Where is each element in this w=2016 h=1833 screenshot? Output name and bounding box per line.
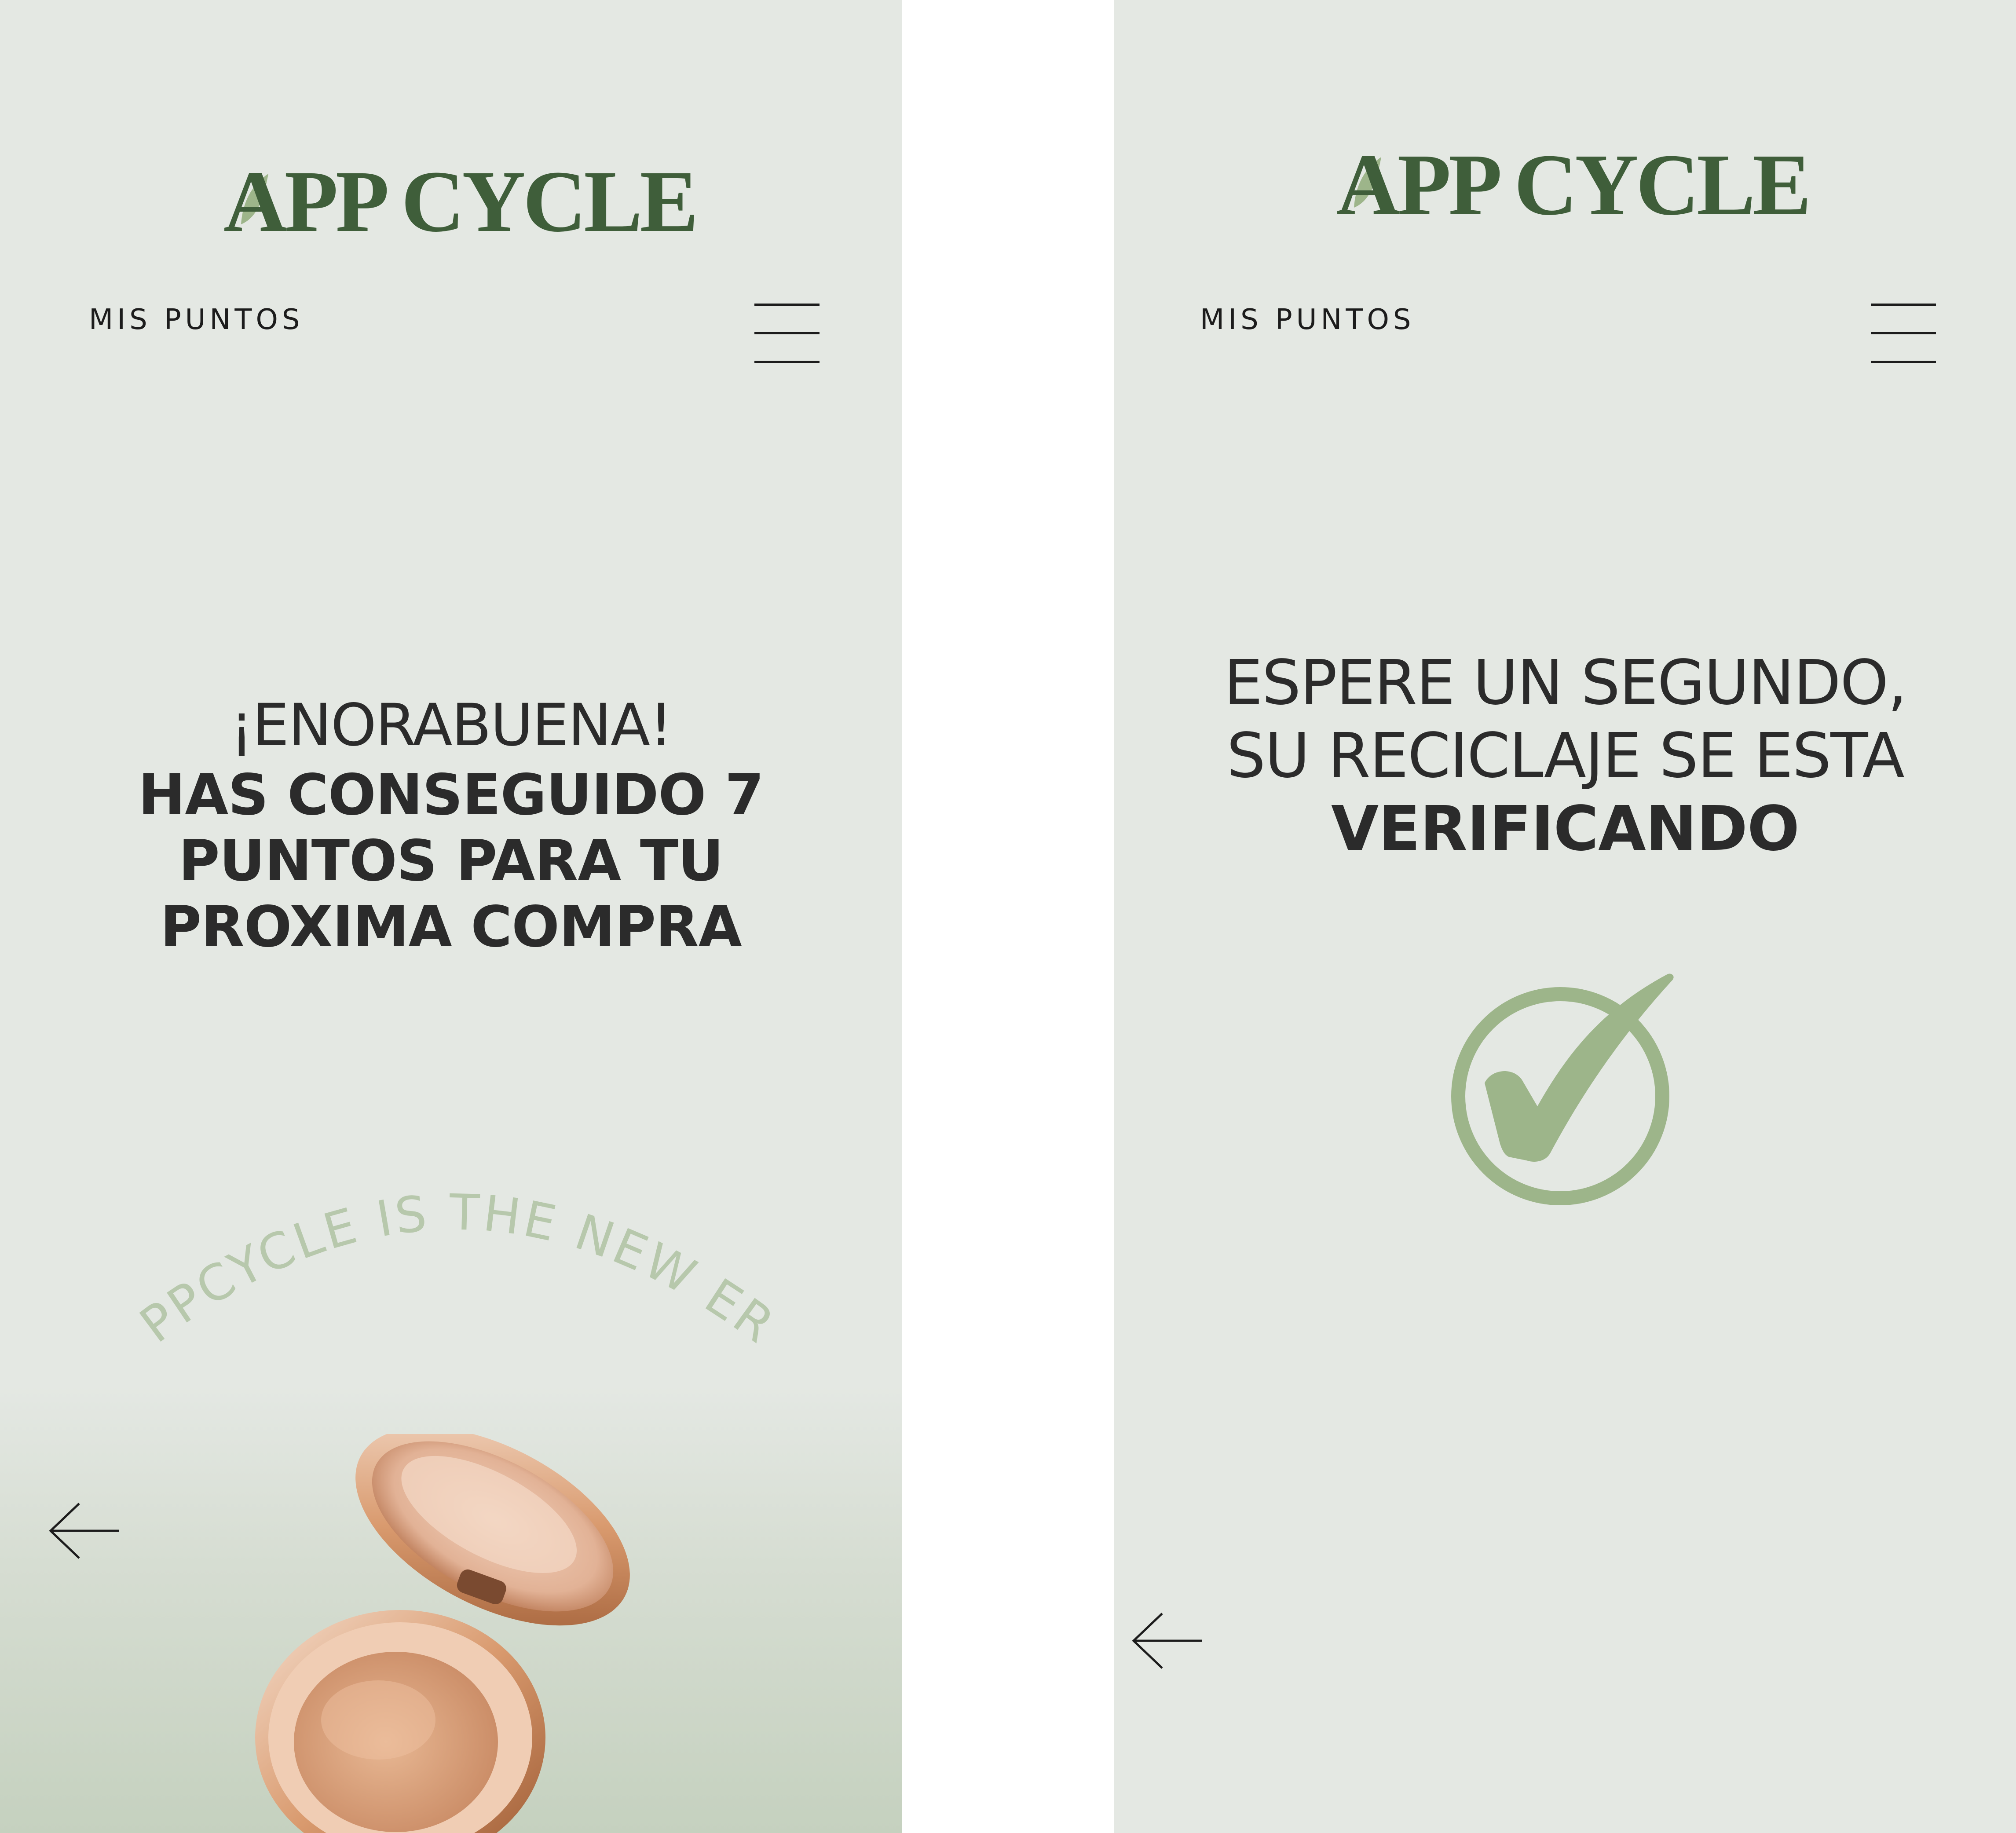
tagline-text: APPCYCLE IS THE NEW ERA — [0, 1122, 782, 1354]
compact-powder-product — [255, 1434, 630, 1833]
congrats-screen: APP CYCLE MIS PUNTOS ¡ENORABUENA! HAS CO… — [0, 0, 902, 1833]
verifying-line-1: ESPERE UN SEGUNDO, — [1224, 647, 1907, 719]
arrow-left-icon[interactable] — [46, 1500, 121, 1562]
my-points-link[interactable]: MIS PUNTOS — [89, 304, 304, 336]
app-logo[interactable]: APP CYCLE — [0, 132, 902, 264]
logo-text: APP CYCLE — [223, 153, 696, 250]
check-circle-icon — [1451, 973, 1674, 1205]
verifying-line-2: SU RECICLAJE SE ESTA — [1226, 720, 1904, 792]
congrats-title: ¡ENORABUENA! — [230, 691, 673, 759]
my-points-link[interactable]: MIS PUNTOS — [1200, 304, 1415, 336]
arrow-left-icon[interactable] — [1129, 1610, 1204, 1672]
hamburger-menu-icon[interactable] — [754, 304, 820, 365]
congrats-line-1: HAS CONSEGUIDO 7 — [138, 762, 764, 828]
verifying-line-3: VERIFICANDO — [1331, 793, 1800, 865]
logo-text: APP CYCLE — [1336, 136, 1809, 234]
congrats-line-3: PROXIMA COMPRA — [160, 894, 742, 960]
congrats-message: ¡ENORABUENA! HAS CONSEGUIDO 7 PUNTOS PAR… — [0, 688, 902, 960]
verifying-message: ESPERE UN SEGUNDO, SU RECICLAJE SE ESTA … — [1114, 647, 2016, 866]
verifying-screen: APP CYCLE MIS PUNTOS ESPERE UN SEGUNDO, … — [1114, 0, 2016, 1833]
app-logo[interactable]: APP CYCLE — [1114, 115, 2016, 247]
hamburger-menu-icon[interactable] — [1871, 304, 1936, 365]
tagline-arc: APPCYCLE IS THE NEW ERA — [0, 1122, 785, 1354]
congrats-line-2: PUNTOS PARA TU — [178, 828, 724, 894]
svg-text:APPCYCLE IS THE NEW ERA: APPCYCLE IS THE NEW ERA — [0, 1122, 785, 1354]
